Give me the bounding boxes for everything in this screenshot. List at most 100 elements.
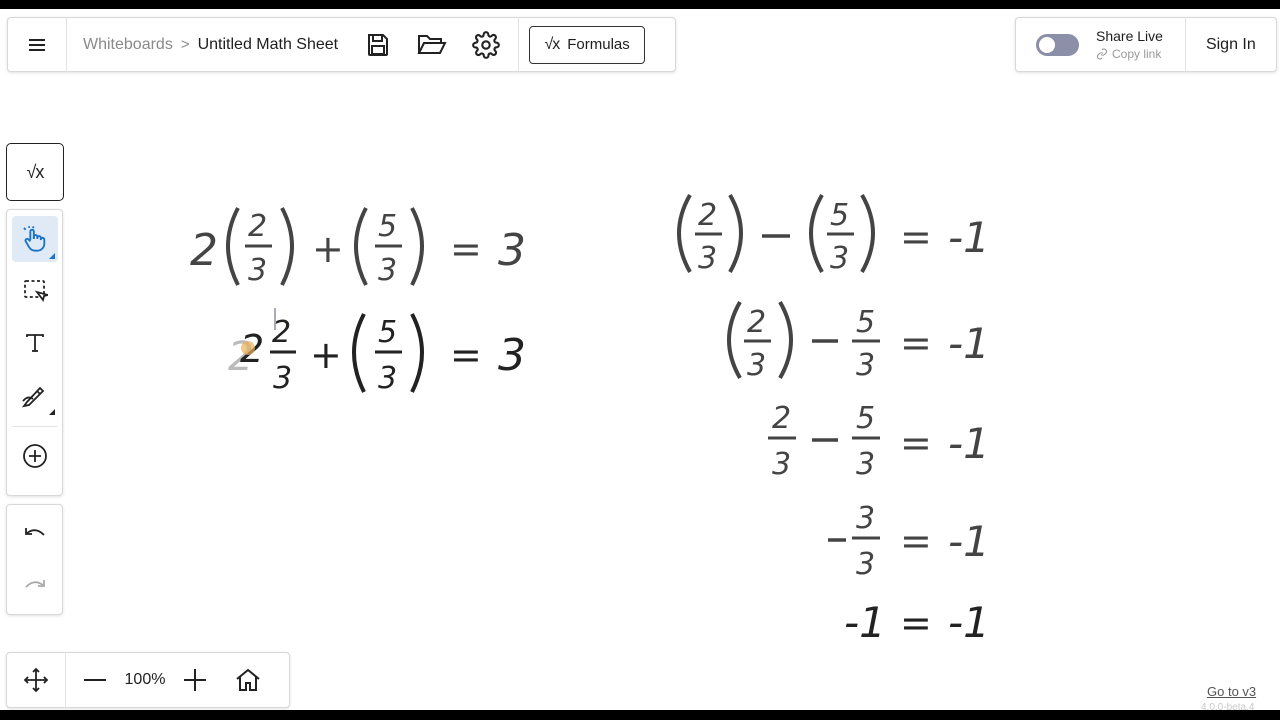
tools-panel — [6, 209, 63, 496]
svg-text:5: 5 — [856, 401, 875, 436]
square-root-icon: √x — [544, 35, 560, 53]
lasso-select-tool-button[interactable] — [12, 268, 58, 314]
svg-text:=: = — [900, 321, 932, 365]
redo-icon — [24, 580, 45, 588]
header-toolbar: Whiteboards > Untitled Math Sheet √x For… — [7, 17, 676, 72]
toggle-knob — [1039, 36, 1055, 53]
document-title[interactable]: Untitled Math Sheet — [198, 36, 339, 54]
step4-rhs: -1 — [948, 517, 990, 566]
svg-text:3: 3 — [248, 253, 267, 288]
save-icon — [368, 33, 389, 56]
header-right-divider — [1184, 17, 1186, 72]
settings-button[interactable] — [464, 23, 508, 67]
whiteboard-canvas: 2 2 3 + 5 3 = 3 2 2 2 3 + 5 3 = 3 2 3 5 … — [190, 193, 990, 647]
svg-text:=: = — [900, 519, 932, 563]
bottom-edge — [0, 710, 1280, 720]
gear-icon — [472, 30, 500, 59]
plus-icon — [184, 669, 206, 691]
share-panel: Share Live Copy link Sign In — [1015, 17, 1277, 72]
undo-icon — [24, 528, 45, 536]
equation-left-1: 2 2 3 + 5 3 = 3 — [190, 207, 526, 288]
lasso-select-icon — [23, 280, 48, 303]
step3-rhs: -1 — [948, 419, 990, 468]
submenu-indicator — [48, 253, 55, 259]
pen-icon — [21, 386, 44, 408]
svg-text:2: 2 — [747, 305, 766, 340]
svg-text:2: 2 — [272, 315, 291, 350]
svg-text:3: 3 — [378, 253, 397, 288]
svg-text:5: 5 — [378, 315, 397, 350]
version-label: 4.0.0-beta.4 — [1201, 702, 1255, 713]
equation-left-2: 2 2 2 3 + 5 3 = 3 — [228, 308, 526, 396]
zoom-toolbar: 100% — [6, 652, 290, 708]
undo-button[interactable] — [12, 511, 58, 557]
submenu-indicator — [48, 409, 55, 415]
svg-text:5: 5 — [856, 305, 875, 340]
eq2-plus: + — [310, 333, 342, 377]
redo-button[interactable] — [12, 563, 58, 609]
eq1-rhs: 3 — [498, 225, 526, 276]
go-to-v3-link[interactable]: Go to v3 — [1207, 684, 1256, 699]
text-tool-button[interactable] — [12, 320, 58, 366]
equation-right-steps: 2 3 5 3 = -1 2 3 5 3 = -1 2 3 5 3 = -1 3… — [677, 193, 990, 647]
history-panel — [6, 504, 63, 615]
eq1-lead: 2 — [190, 225, 218, 276]
breadcrumb-root-link[interactable]: Whiteboards — [83, 36, 173, 54]
header-divider — [518, 17, 520, 72]
svg-text:3: 3 — [856, 447, 875, 482]
svg-text:3: 3 — [772, 447, 791, 482]
step1-rhs: -1 — [948, 213, 990, 262]
eq2-rhs: 3 — [498, 330, 526, 381]
minus-icon — [84, 679, 106, 681]
formulas-button[interactable]: √x Formulas — [529, 25, 646, 64]
svg-text:5: 5 — [378, 209, 397, 244]
svg-text:3: 3 — [273, 361, 292, 396]
open-button[interactable] — [410, 23, 454, 67]
home-button[interactable] — [220, 652, 276, 708]
pan-button[interactable] — [7, 652, 66, 708]
add-button[interactable] — [12, 433, 58, 479]
zoom-in-button[interactable] — [170, 652, 220, 708]
eq2-lead: 2 — [240, 327, 264, 371]
formula-icon: √x — [26, 161, 45, 182]
move-arrows-icon — [23, 667, 49, 693]
sign-in-button[interactable]: Sign In — [1206, 36, 1256, 54]
svg-text:=: = — [900, 215, 932, 259]
svg-text:3: 3 — [698, 241, 717, 276]
home-icon — [236, 668, 260, 691]
text-icon — [25, 334, 44, 352]
svg-text:5: 5 — [830, 198, 849, 233]
svg-text:2: 2 — [228, 334, 253, 380]
copy-link-button[interactable]: Copy link — [1096, 47, 1163, 61]
formulas-label: Formulas — [567, 36, 630, 53]
tool-separator — [12, 426, 57, 427]
share-live-toggle[interactable] — [1036, 33, 1079, 56]
eq1-plus: + — [312, 227, 344, 271]
svg-text:3: 3 — [856, 348, 875, 383]
add-circle-icon — [22, 444, 47, 468]
svg-text:=: = — [900, 601, 932, 645]
svg-text:2: 2 — [248, 209, 267, 244]
hand-tool-button[interactable] — [11, 216, 58, 262]
share-live-label: Share Live — [1096, 28, 1163, 44]
breadcrumb-separator: > — [180, 36, 190, 53]
eq1-equals: = — [450, 227, 482, 271]
link-icon — [1096, 48, 1108, 60]
svg-text:3: 3 — [747, 348, 766, 383]
menu-button[interactable] — [8, 17, 67, 72]
hand-pointer-icon — [22, 225, 45, 252]
top-edge — [0, 0, 1280, 9]
save-button[interactable] — [356, 23, 400, 67]
svg-text:3: 3 — [856, 501, 875, 536]
breadcrumb: Whiteboards > Untitled Math Sheet — [83, 36, 338, 54]
hamburger-icon — [29, 38, 45, 51]
svg-text:2: 2 — [772, 401, 791, 436]
formula-tool-button[interactable]: √x — [6, 143, 64, 201]
step5-lhs: -1 — [844, 598, 886, 647]
svg-text:2: 2 — [698, 198, 717, 233]
svg-text:=: = — [900, 421, 932, 465]
zoom-out-button[interactable] — [70, 652, 120, 708]
copy-link-label: Copy link — [1112, 47, 1162, 61]
folder-open-icon — [417, 34, 447, 54]
pen-tool-button[interactable] — [12, 372, 58, 418]
